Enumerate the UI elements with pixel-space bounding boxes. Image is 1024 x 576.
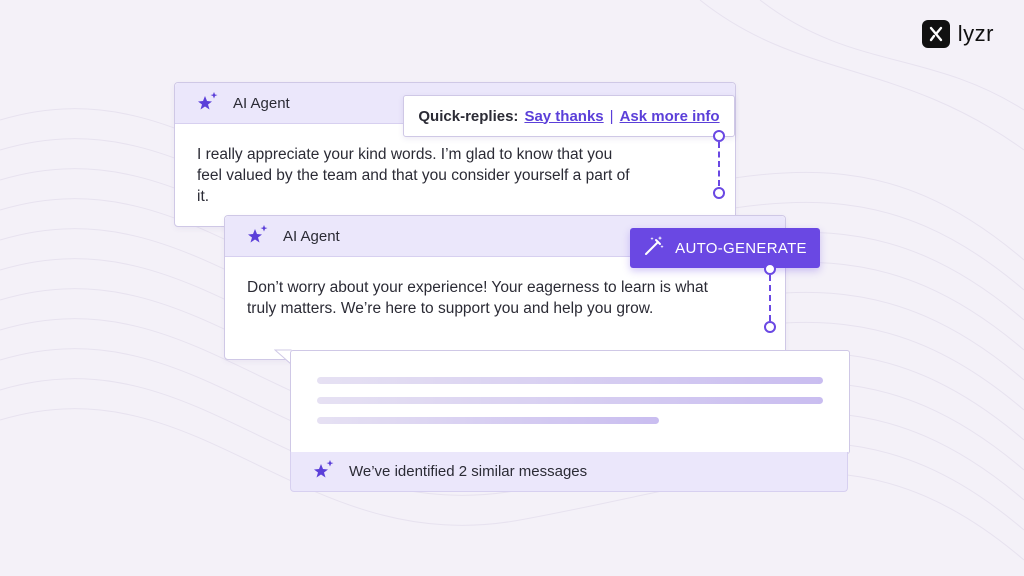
- connector-dot: [713, 187, 725, 199]
- magic-wand-icon: [643, 235, 665, 261]
- auto-generate-button[interactable]: AUTO-GENERATE: [630, 228, 820, 268]
- sparkle-stars-icon: [313, 459, 335, 484]
- placeholder-line: [317, 377, 823, 384]
- connector-line: [769, 275, 771, 321]
- sparkle-stars-icon: [197, 91, 219, 116]
- auto-generate-label: AUTO-GENERATE: [675, 239, 807, 257]
- sparkle-stars-icon: [247, 224, 269, 249]
- quick-reply-say-thanks[interactable]: Say thanks: [524, 108, 603, 125]
- quick-replies-separator: |: [609, 107, 614, 125]
- brand-name: lyzr: [957, 21, 994, 46]
- connector-dot: [764, 263, 776, 275]
- card-title: AI Agent: [233, 94, 290, 112]
- lyzr-logo-icon: [921, 20, 950, 48]
- brand-logo: lyzr: [921, 20, 994, 48]
- quick-replies-bar: Quick-replies: Say thanks | Ask more inf…: [403, 95, 735, 137]
- generated-reply-placeholder: [290, 350, 850, 454]
- quick-replies-label: Quick-replies:: [418, 107, 519, 125]
- connector-dot: [764, 321, 776, 333]
- card-title: AI Agent: [283, 227, 340, 245]
- quick-reply-ask-more-info[interactable]: Ask more info: [620, 108, 720, 125]
- agent-message-text: I really appreciate your kind words. I’m…: [197, 146, 630, 205]
- connector-dot: [713, 130, 725, 142]
- connector-line: [718, 142, 720, 186]
- placeholder-line: [317, 397, 823, 404]
- placeholder-line: [317, 417, 659, 424]
- similar-messages-bar[interactable]: We’ve identified 2 similar messages: [290, 452, 848, 492]
- similar-messages-text: We’ve identified 2 similar messages: [349, 463, 588, 480]
- agent-message-text: Don’t worry about your experience! Your …: [247, 279, 708, 317]
